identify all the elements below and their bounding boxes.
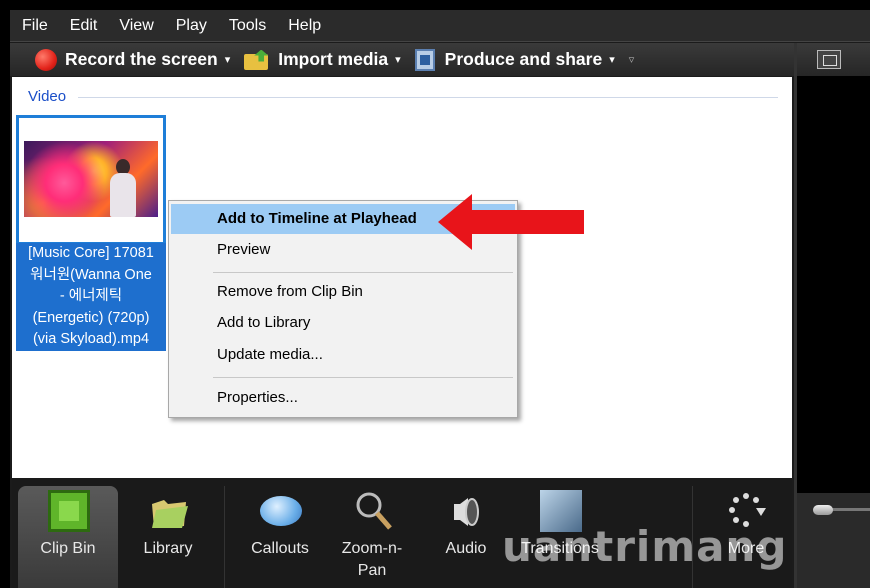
section-divider: [78, 97, 778, 98]
clip-filename-line: (via Skyload).mp4: [32, 331, 150, 347]
speaker-icon: [454, 498, 479, 526]
menu-tools[interactable]: Tools: [218, 17, 277, 35]
tab-audio[interactable]: Audio: [416, 486, 516, 588]
library-folder-icon: [152, 500, 188, 528]
menu-separator: [213, 272, 513, 273]
section-title-video: Video: [28, 88, 67, 105]
video-clip-item[interactable]: [Music Core] 17081 워너원(Wanna One - 에너제틱 …: [16, 115, 166, 351]
record-dropdown-caret: ▾: [224, 54, 231, 66]
import-media-button[interactable]: Import media ▾: [244, 49, 401, 70]
red-arrow-annotation: [438, 194, 584, 250]
callout-bubble-icon: [260, 496, 302, 526]
clip-filename: [Music Core] 17081 워너원(Wanna One - 에너제틱 …: [16, 243, 166, 351]
tab-library[interactable]: Library: [118, 486, 218, 588]
produce-dropdown-caret: ▾: [609, 54, 615, 66]
menu-view[interactable]: View: [108, 17, 164, 35]
magnifier-icon: [356, 492, 392, 530]
tab-clip-bin[interactable]: Clip Bin: [18, 486, 118, 588]
slider-track: [829, 508, 870, 511]
record-icon: [35, 48, 57, 71]
clip-filename-line: 워너원(Wanna One: [30, 266, 152, 283]
video-frame-image: [24, 141, 158, 217]
film-strip-icon: [48, 490, 90, 532]
preview-header: [797, 43, 870, 76]
menu-help[interactable]: Help: [277, 17, 332, 35]
produce-label: Produce and share: [444, 49, 603, 69]
menu-edit[interactable]: Edit: [59, 17, 109, 35]
tab-zoom-n-pan[interactable]: Zoom-n- Pan: [322, 486, 422, 588]
menu-properties[interactable]: Properties...: [171, 383, 515, 413]
fullscreen-icon[interactable]: [817, 50, 841, 69]
clip-filename-line: [Music Core] 17081: [28, 245, 154, 261]
produce-icon: [414, 48, 435, 71]
preview-panel: [794, 43, 870, 588]
menu-bar: File Edit View Play Tools Help: [10, 10, 870, 42]
import-label: Import media: [278, 49, 389, 69]
slider-knob[interactable]: [813, 505, 833, 515]
clip-filename-line: (Energetic) (720p): [32, 309, 150, 326]
zoom-slider[interactable]: [797, 493, 870, 588]
menu-remove-from-bin[interactable]: Remove from Clip Bin: [171, 277, 515, 307]
record-screen-button[interactable]: Record the screen ▾: [10, 48, 231, 71]
import-dropdown-caret: ▾: [395, 54, 401, 66]
import-folder-icon: [244, 49, 272, 70]
record-label: Record the screen: [65, 49, 218, 69]
menu-play[interactable]: Play: [165, 17, 218, 35]
produce-share-button[interactable]: Produce and share ▾: [414, 48, 615, 71]
clip-thumbnail[interactable]: [16, 115, 166, 245]
site-watermark: uantrimang: [502, 522, 788, 571]
camtasia-window: File Edit View Play Tools Help Record th…: [10, 10, 870, 588]
toolbar: Record the screen ▾ Import media ▾ Produ…: [10, 43, 794, 76]
menu-file[interactable]: File: [10, 17, 59, 35]
menu-add-to-library[interactable]: Add to Library: [171, 308, 515, 338]
tab-callouts[interactable]: Callouts: [230, 486, 330, 588]
menu-update-media[interactable]: Update media...: [171, 340, 515, 370]
menu-separator: [213, 377, 513, 378]
toolbar-overflow-button[interactable]: ▿: [629, 53, 635, 66]
clip-filename-line: - 에너제틱: [59, 288, 123, 304]
